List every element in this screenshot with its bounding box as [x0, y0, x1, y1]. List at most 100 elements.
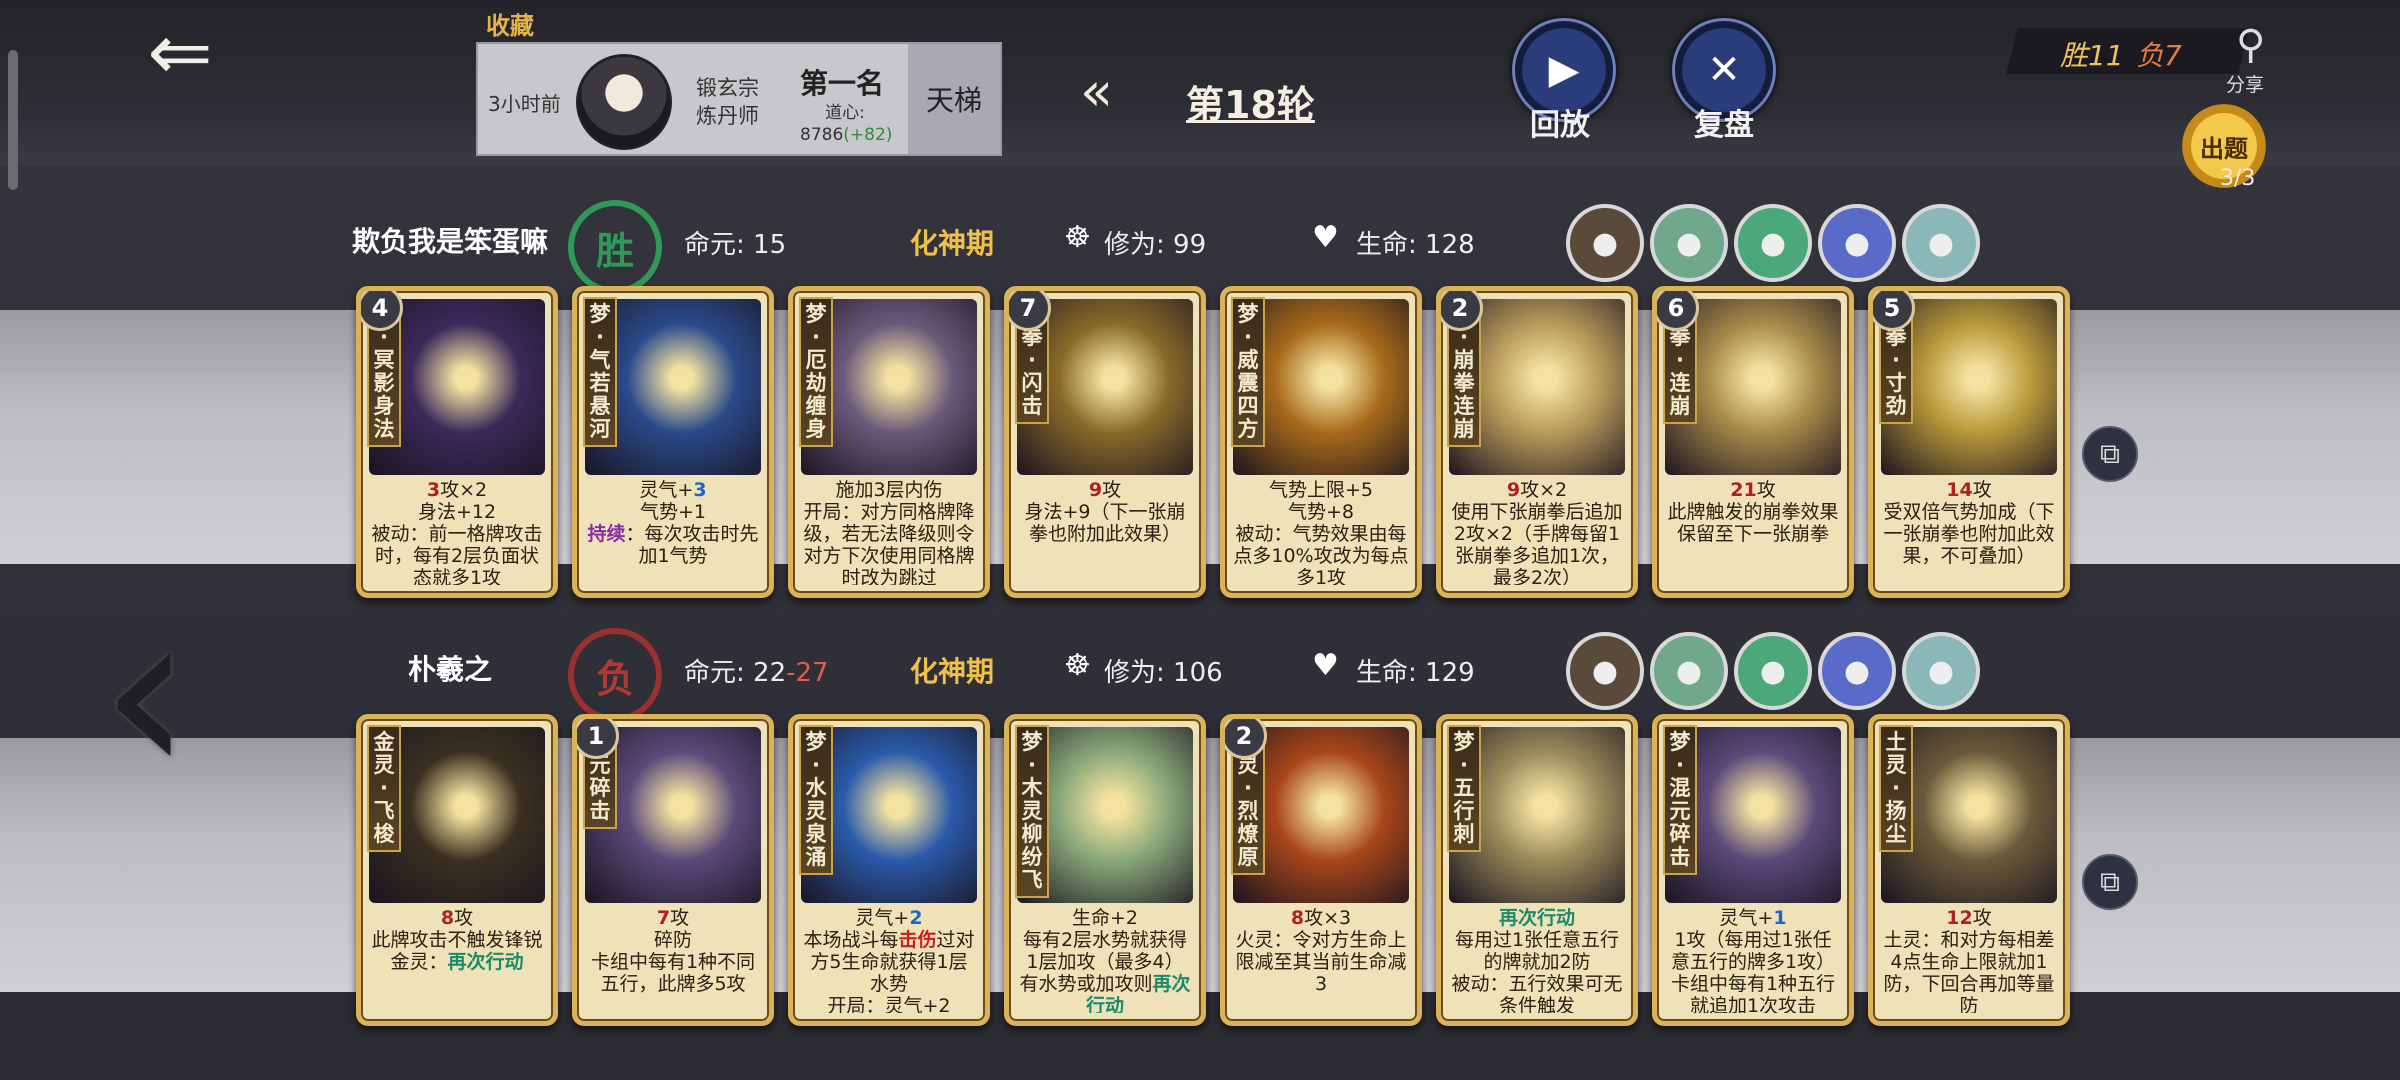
- card[interactable]: 梦·崩拳连崩 2 9攻×2使用下张崩拳后追加2攻×2（手牌每留1张崩拳多追加1次…: [1436, 286, 1638, 598]
- hp-stat: 生命: 129: [1356, 652, 1475, 689]
- cultivation-label: 修为:: [1104, 658, 1165, 688]
- card-name: 土灵 · 扬尘: [1879, 725, 1913, 852]
- win-loss-bar: [2006, 28, 2250, 74]
- result-badge: 胜: [568, 200, 662, 294]
- card-text: 灵气+1 1攻（每用过1张任意五行的牌多1攻） 卡组中每有1种五行就追加1次攻击: [1670, 907, 1836, 1013]
- record-rank: 第一名: [800, 67, 885, 100]
- card[interactable]: 梦 · 混元碎击 灵气+1 1攻（每用过1张任意五行的牌多1攻） 卡组中每有1种五行就追…: [1652, 714, 1854, 1026]
- card-text: 21攻 此牌触发的崩拳效果保留至下一张崩拳: [1667, 479, 1839, 545]
- card-text: 8攻 此牌攻击不触发锋锐 金灵：再次行动: [371, 907, 543, 973]
- life-stat: 命元: 22-27: [684, 652, 829, 689]
- card[interactable]: 崩拳·寸劲 5 14攻受双倍气势加成（下一张崩拳也附加此效果，不可叠加）: [1868, 286, 2070, 598]
- card-name: 梦 · 混元碎击: [1663, 725, 1697, 875]
- hp-label: 生命:: [1356, 658, 1417, 688]
- hp-label: 生命:: [1356, 230, 1417, 260]
- dao-heart: 道心: 8786(+82): [800, 102, 893, 146]
- hp-value: 128: [1425, 230, 1475, 260]
- mode-ladder[interactable]: 天梯: [908, 44, 1000, 154]
- replay-button[interactable]: 回放: [1500, 100, 1620, 144]
- card[interactable]: 崩拳·闪击 7 9攻身法+9（下一张崩拳也附加此效果）: [1004, 286, 1206, 598]
- fist-token-icon[interactable]: ●: [1902, 204, 1980, 282]
- book-token-icon[interactable]: ●: [1902, 632, 1980, 710]
- heart-icon: ♥: [1312, 648, 1339, 683]
- card-name: 金灵 · 飞梭: [367, 725, 401, 852]
- card-level: 6: [1657, 291, 1699, 331]
- card[interactable]: 火灵·烈燎原 2 8攻×3火灵：令对方生命上限减至其当前生命减3: [1220, 714, 1422, 1026]
- avatar: [576, 54, 672, 150]
- card[interactable]: 梦 · 气若悬河 灵气+3 气势+1 持续：每次攻击时先加1气势: [572, 286, 774, 598]
- life-label: 命元:: [684, 230, 745, 260]
- card-text: 8攻×3 火灵：令对方生命上限减至其当前生命减3: [1235, 907, 1407, 995]
- losses-count: 负7: [2136, 39, 2182, 72]
- card-text: 施加3层内伤 开局：对方同格牌降级，若无法降级则令对方下次使用同格牌时改为跳过: [803, 479, 975, 585]
- card[interactable]: 梦 · 五行刺 再次行动 每用过1张任意五行的牌就加2防 被动：五行效果可无条件触发: [1436, 714, 1638, 1026]
- cultivation-label: 修为:: [1104, 230, 1165, 260]
- card[interactable]: 崩拳·连崩 6 21攻此牌触发的崩拳效果保留至下一张崩拳: [1652, 286, 1854, 598]
- share-button[interactable]: 分享: [2226, 70, 2264, 97]
- card-text: 12攻 土灵：和对方每相差4点生命上限就加1防，下回合再加等量防: [1883, 907, 2055, 1013]
- card[interactable]: 梦 · 厄劫缠身 施加3层内伤 开局：对方同格牌降级，若无法降级则令对方下次使用同格牌…: [788, 286, 990, 598]
- result-badge: 负: [568, 628, 662, 722]
- book-token-icon[interactable]: ●: [1818, 204, 1896, 282]
- meditation-icon: ☸: [1064, 220, 1091, 255]
- card-text: 9攻 身法+9（下一张崩拳也附加此效果）: [1024, 479, 1186, 545]
- strongman-token-icon[interactable]: ●: [1734, 204, 1812, 282]
- card-name: 梦 · 木灵柳纷飞: [1015, 725, 1049, 898]
- card[interactable]: 金灵 · 飞梭 8攻 此牌攻击不触发锋锐 金灵：再次行动: [356, 714, 558, 1026]
- meditation-icon: ☸: [1064, 648, 1091, 683]
- dao-gain: (+82): [843, 125, 893, 145]
- wood-token-icon[interactable]: ●: [1566, 632, 1644, 710]
- life-label: 命元:: [684, 658, 745, 688]
- chevron-left-icon[interactable]: «: [1080, 60, 1113, 123]
- card[interactable]: 混元碎击 1 7攻碎防卡组中每有1种不同五行，此牌多5攻: [572, 714, 774, 1026]
- card-text: 9攻×2 使用下张崩拳后追加2攻×2（手牌每留1张崩拳多追加1次，最多2次）: [1451, 479, 1623, 585]
- heart-icon: ♥: [1312, 220, 1339, 255]
- card-level: 5: [1873, 291, 1915, 331]
- card[interactable]: 梦 · 木灵柳纷飞 生命+2 每有2层水势就获得1层加攻（最多4） 有水势或加攻则再次行…: [1004, 714, 1206, 1026]
- sun-token-icon[interactable]: ●: [1566, 204, 1644, 282]
- crane-token-icon[interactable]: ●: [1650, 204, 1728, 282]
- card-name: 梦 · 五行刺: [1447, 725, 1481, 852]
- gold-token-icon[interactable]: ●: [1734, 632, 1812, 710]
- card[interactable]: 土灵 · 扬尘 12攻 土灵：和对方每相差4点生命上限就加1防，下回合再加等量防: [1868, 714, 2070, 1026]
- review-button[interactable]: 复盘: [1664, 100, 1784, 144]
- realm-label: 化神期: [910, 655, 995, 688]
- sect-line2: 炼丹师: [696, 104, 759, 128]
- card-level: 7: [1009, 291, 1051, 331]
- back-arrow-icon[interactable]: ⇐: [130, 14, 230, 92]
- card-text: 再次行动 每用过1张任意五行的牌就加2防 被动：五行效果可无条件触发: [1451, 907, 1623, 1013]
- sage-token-icon[interactable]: ●: [1650, 632, 1728, 710]
- wins-count: 胜11: [2060, 39, 2124, 72]
- card-level: 4: [361, 291, 403, 331]
- hp-stat: 生命: 128: [1356, 224, 1475, 261]
- card-level: 1: [577, 719, 619, 759]
- record-time: 3小时前: [488, 92, 561, 116]
- side-scroll-handle[interactable]: [8, 50, 18, 190]
- player-name[interactable]: 欺负我是笨蛋嘛: [352, 220, 548, 260]
- card[interactable]: 梦 · 威震四方 气势上限+5 气势+8 被动：气势效果由每点多10%攻改为每点多1攻: [1220, 286, 1422, 598]
- record-panel[interactable]: 3小时前 锻玄宗 炼丹师 第一名 道心: 8786(+82) 天梯: [476, 42, 1002, 156]
- life-value: 15: [753, 230, 787, 260]
- copy-icon[interactable]: ⧉: [2082, 426, 2138, 482]
- card-text: 7攻 碎防 卡组中每有1种不同五行，此牌多5攻: [590, 907, 756, 995]
- record-sect: 锻玄宗 炼丹师: [696, 74, 776, 130]
- player-name[interactable]: 朴羲之: [408, 648, 492, 688]
- card-text: 14攻 受双倍气势加成（下一张崩拳也附加此效果，不可叠加）: [1883, 479, 2055, 567]
- scholar-token-icon[interactable]: ●: [1818, 632, 1896, 710]
- quiz-count: 3/3: [2220, 166, 2256, 191]
- copy-icon[interactable]: ⧉: [2082, 854, 2138, 910]
- hp-value: 129: [1425, 658, 1475, 688]
- realm-label: 化神期: [910, 227, 995, 260]
- sect-line1: 锻玄宗: [696, 76, 759, 100]
- cultivation-value: 106: [1173, 658, 1223, 688]
- cultivation-stat: 修为: 99: [1104, 224, 1206, 261]
- card-name: 梦 · 厄劫缠身: [799, 297, 833, 447]
- card-name: 梦 · 威震四方: [1231, 297, 1265, 447]
- dao-value: 8786: [800, 125, 844, 145]
- card[interactable]: 梦 · 水灵泉涌 灵气+2 本场战斗每击伤过对方5生命就获得1层水势 开局：灵气+2: [788, 714, 990, 1026]
- chevron-left-icon[interactable]: ‹: [100, 560, 192, 827]
- favorites-label[interactable]: 收藏: [486, 6, 534, 41]
- card-level: 2: [1441, 291, 1483, 331]
- life-stat: 命元: 15: [684, 224, 786, 261]
- card[interactable]: 梦·冥影身法 4 3攻×2身法+12被动：前一格牌攻击时，每有2层负面状态就多1…: [356, 286, 558, 598]
